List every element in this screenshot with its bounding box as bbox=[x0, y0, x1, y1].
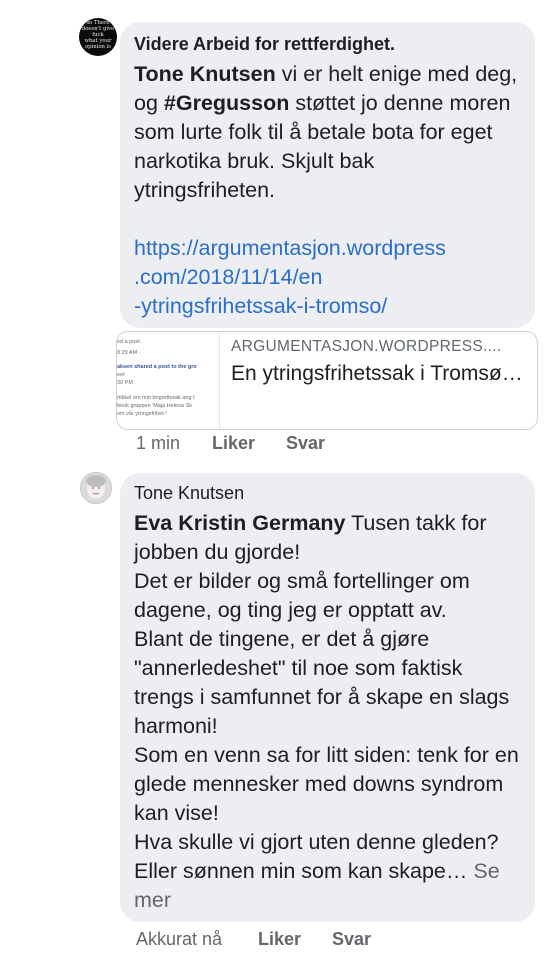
preview-title: En ytringsfrihetssak i Tromsø… bbox=[231, 362, 523, 385]
comment-author[interactable]: Videre Arbeid for rettferdighet. bbox=[134, 34, 395, 55]
thumb-text: book gruppen 'Maja Helena Sk bbox=[117, 403, 193, 409]
preview-domain: ARGUMENTASJON.WORDPRESS.... bbox=[231, 338, 502, 355]
comment-bubble: Videre Arbeid for rettferdighet. Tone Kn… bbox=[120, 22, 535, 328]
thumb-text: rtikkel om min bngrettssak ang t bbox=[117, 395, 195, 401]
reply-button[interactable]: Svar bbox=[332, 929, 371, 950]
thumb-text: om vår ytringsfrihet ! bbox=[117, 411, 167, 417]
thumb-text: 30 PM bbox=[117, 380, 133, 386]
comment-timestamp[interactable]: 1 min bbox=[136, 433, 180, 454]
comment-bubble: Tone Knutsen Eva Kristin Germany Tusen t… bbox=[120, 473, 535, 922]
comment-timestamp[interactable]: Akkurat nå bbox=[136, 929, 222, 950]
preview-thumbnail: ed a post. 8:29 AM · aksen shared a post… bbox=[117, 332, 220, 429]
comment-text: Eva Kristin Germany Tusen takk for jobbe… bbox=[134, 509, 519, 915]
thumb-text: eet bbox=[117, 372, 125, 378]
mention[interactable]: Tone Knutsen bbox=[134, 62, 276, 86]
reply-button[interactable]: Svar bbox=[286, 433, 325, 454]
link-preview[interactable]: ed a post. 8:29 AM · aksen shared a post… bbox=[116, 331, 538, 430]
comment-text: Tone Knutsen vi er helt enige med deg, o… bbox=[134, 60, 519, 321]
avatar[interactable] bbox=[80, 472, 112, 504]
comment-actions: 1 min Liker Svar bbox=[0, 433, 551, 457]
comment-author[interactable]: Tone Knutsen bbox=[134, 483, 244, 504]
link-line[interactable]: -ytringsfrihetssak-i-tromso/ bbox=[134, 292, 519, 321]
comment-text-part: Det er bilder og små fortellinger om dag… bbox=[134, 569, 470, 622]
avatar-text: opinion is bbox=[84, 44, 112, 50]
mention[interactable]: Eva Kristin Germany bbox=[134, 511, 346, 535]
like-button[interactable]: Liker bbox=[258, 929, 301, 950]
comment-text-part: Som en venn sa for litt siden: tenk for … bbox=[134, 743, 519, 825]
thumb-text: aksen shared a post to the gro bbox=[117, 364, 197, 370]
link-line[interactable]: .com/2018/11/14/en bbox=[134, 263, 519, 292]
thumb-text: 8:29 AM · bbox=[117, 350, 141, 356]
hashtag[interactable]: #Gregusson bbox=[164, 91, 289, 115]
comment-link[interactable]: https://argumentasjon.wordpress .com/2018… bbox=[134, 234, 519, 321]
comment-text-part: Hva skulle vi gjort uten denne gleden? E… bbox=[134, 830, 499, 883]
like-button[interactable]: Liker bbox=[212, 433, 255, 454]
avatar[interactable]: so There doesn't give fuck what your opi… bbox=[79, 18, 117, 56]
link-line[interactable]: https://argumentasjon.wordpress bbox=[134, 234, 519, 263]
avatar-photo-icon bbox=[81, 473, 111, 503]
comment-actions: Akkurat nå Liker Svar bbox=[0, 929, 551, 953]
thumb-text: ed a post. bbox=[117, 339, 142, 345]
comment-text-part: Blant de tingene, er det å gjøre "annerl… bbox=[134, 627, 510, 738]
